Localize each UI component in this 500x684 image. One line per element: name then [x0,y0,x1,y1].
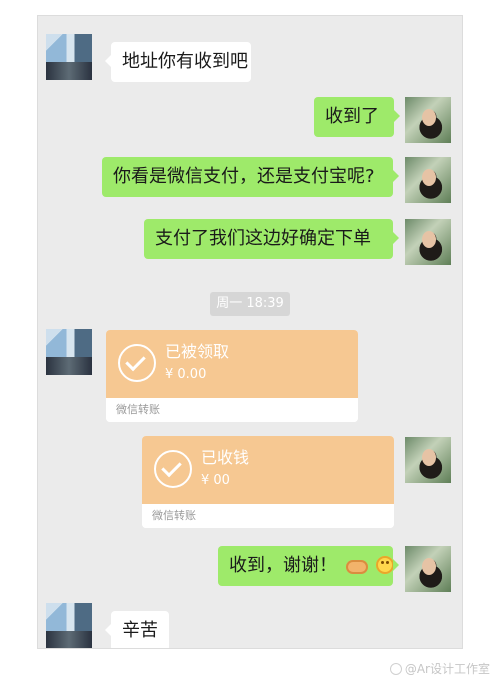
message-text: 你看是微信支付，还是支付宝呢? [113,166,375,187]
watermark: @Ar设计工作室 [389,661,490,677]
user-avatar-icon[interactable] [405,546,451,592]
message-bubble-incoming[interactable]: 地址你有收到吧 [105,42,251,82]
chat-timestamp: 周一 18:39 [210,292,290,316]
message-text: 收到，谢谢！ [229,555,337,576]
user-avatar-icon[interactable] [405,437,451,483]
transfer-card-incoming[interactable]: 已被领取 ¥ 0.00 微信转账 [106,330,358,422]
message-text: 收到了 [325,106,379,127]
message-bubble-outgoing[interactable]: 收到了 [314,97,400,137]
transfer-status: 已收钱 [201,448,250,467]
transfer-status: 已被领取 [165,342,230,361]
transfer-label: 微信转账 [106,398,358,422]
weibo-icon [389,663,402,675]
user-avatar-icon[interactable] [405,219,451,265]
transfer-card-outgoing[interactable]: 已收钱 ¥ 00 微信转账 [142,436,394,528]
message-bubble-outgoing[interactable]: 支付了我们这边好确定下单 [144,219,399,259]
message-text: 辛苦 [122,620,158,641]
message-bubble-outgoing[interactable]: 你看是微信支付，还是支付宝呢? [102,157,399,197]
transfer-amount: ¥ 0.00 [165,367,207,382]
transfer-card-header: 已收钱 ¥ 00 [142,436,394,504]
message-bubble-outgoing[interactable]: 收到，谢谢！ [218,546,399,586]
handshake-icon [345,560,368,574]
user-avatar-icon[interactable] [405,97,451,143]
transfer-amount: ¥ 00 [201,473,230,488]
contact-avatar-icon[interactable] [46,329,92,375]
message-text: 支付了我们这边好确定下单 [155,228,371,249]
contact-avatar-icon[interactable] [46,603,92,648]
message-text: 地址你有收到吧 [122,51,248,72]
check-circle-icon [118,344,156,382]
check-circle-icon [154,450,192,488]
watermark-text: @Ar设计工作室 [404,662,490,676]
contact-avatar-icon[interactable] [46,34,92,80]
chat-screen: 地址你有收到吧 收到了 你看是微信支付，还是支付宝呢? 支付了我们这边好确定下单… [38,16,462,648]
user-avatar-icon[interactable] [405,157,451,203]
message-bubble-incoming[interactable]: 辛苦 [105,611,169,648]
transfer-label: 微信转账 [142,504,394,528]
transfer-card-header: 已被领取 ¥ 0.00 [106,330,358,398]
smile-icon [376,556,395,574]
